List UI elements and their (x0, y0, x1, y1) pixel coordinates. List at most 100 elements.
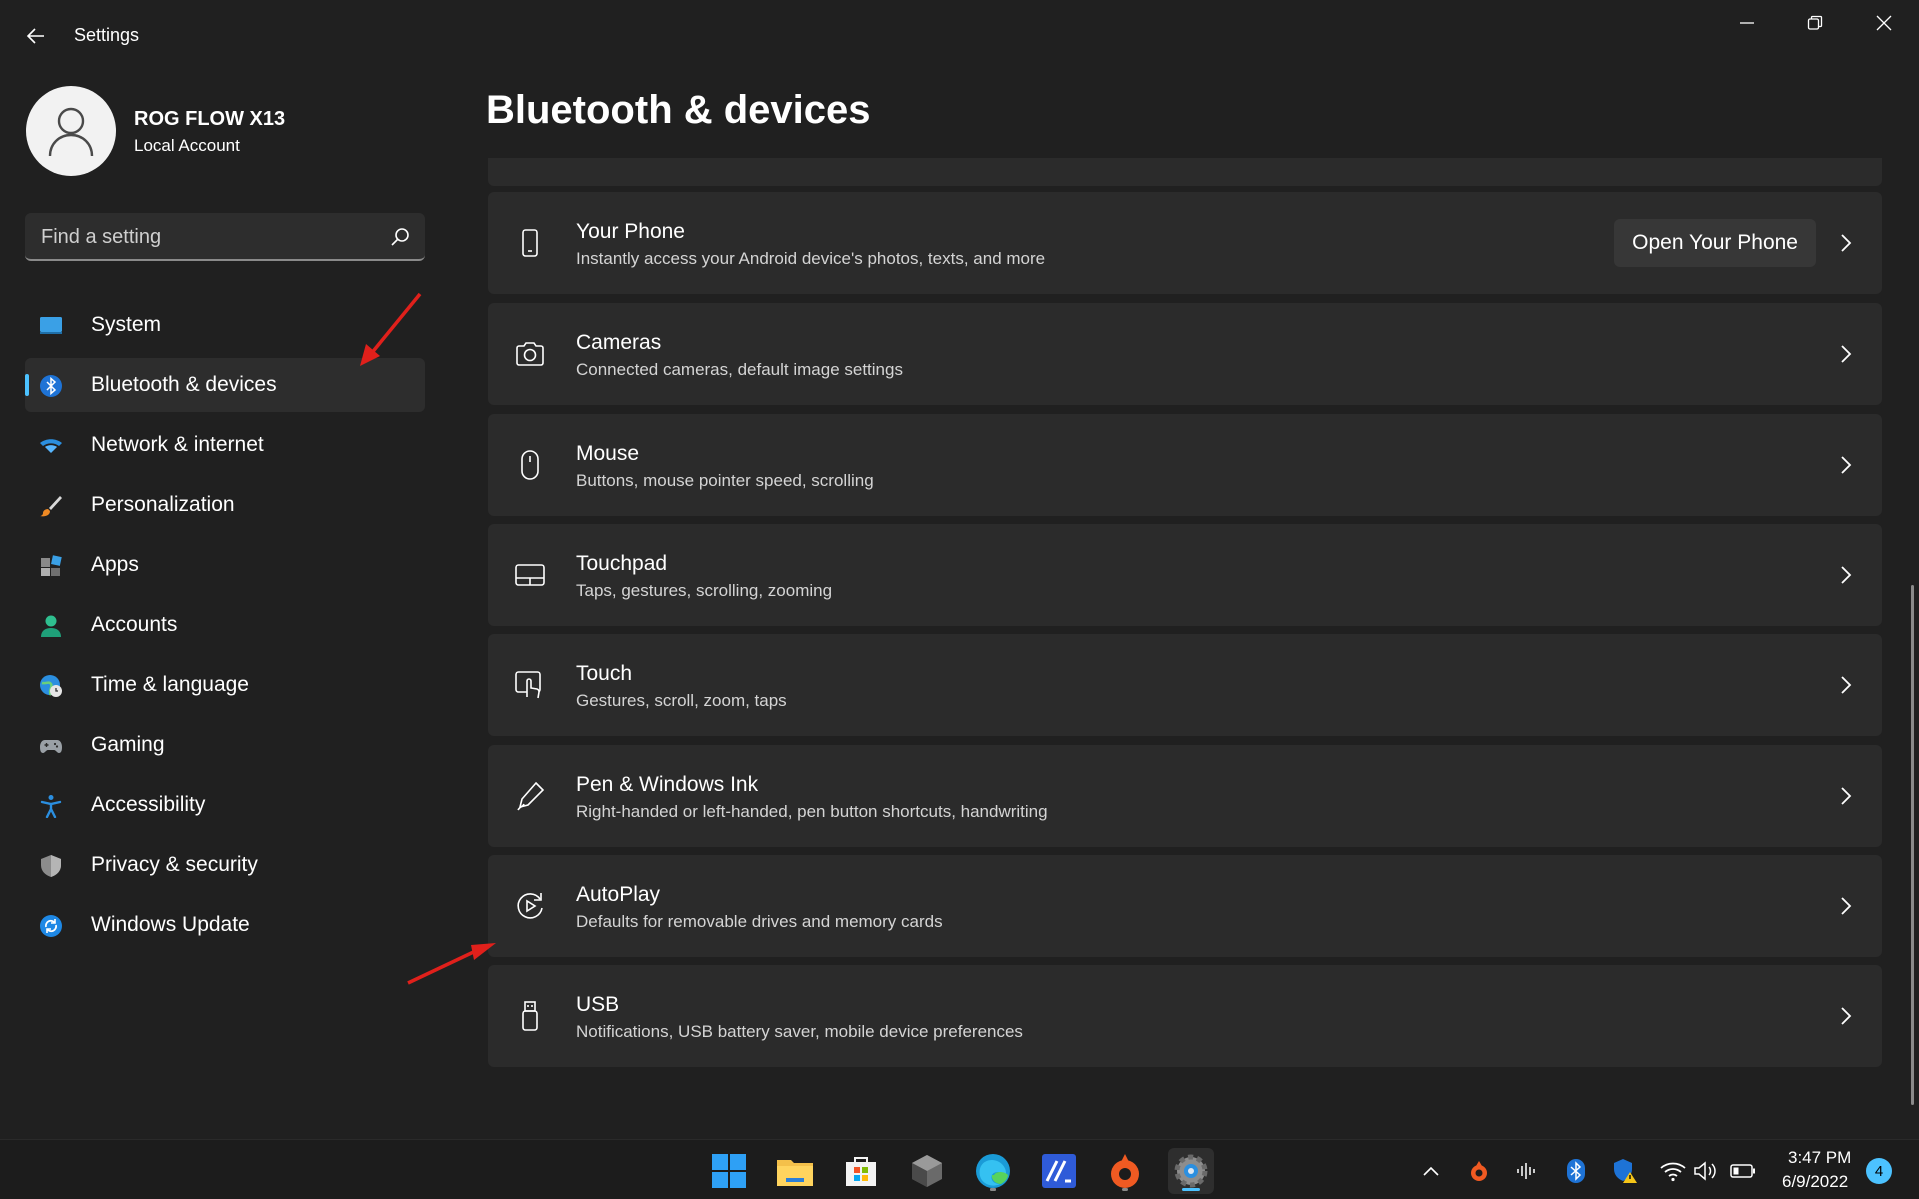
sidebar-item-label: Accessibility (91, 793, 206, 816)
sidebar-item-label: Gaming (91, 733, 165, 756)
open-your-phone-button[interactable]: Open Your Phone (1614, 219, 1816, 267)
sidebar-item-accessibility[interactable]: Accessibility (25, 778, 425, 832)
card-title: Mouse (576, 442, 640, 465)
title-bar: Settings (0, 0, 1919, 72)
card-description: Instantly access your Android device's p… (576, 249, 1046, 268)
settings-window: Settings ROG FLOW X13 Local Account Syst… (0, 0, 1919, 1199)
sidebar-nav: System Bluetooth & devices Network & int… (25, 298, 425, 958)
card-description: Notifications, USB battery saver, mobile… (576, 1022, 1023, 1041)
card-description: Gestures, scroll, zoom, taps (576, 691, 787, 710)
taskbar-edge[interactable] (970, 1148, 1016, 1194)
partial-card[interactable] (488, 158, 1882, 186)
tray-wifi[interactable] (1660, 1158, 1686, 1184)
chevron-right-icon (1841, 787, 1852, 805)
annotation-arrow-icon (360, 292, 422, 366)
taskbar-app[interactable] (1036, 1148, 1082, 1194)
back-arrow-icon (26, 28, 44, 44)
tray-volume[interactable] (1692, 1158, 1718, 1184)
bluetooth-icon (1567, 1159, 1585, 1183)
gamepad-icon (40, 740, 62, 753)
taskbar-file-explorer[interactable] (772, 1148, 818, 1194)
close-button[interactable] (1850, 0, 1918, 46)
card-cameras[interactable]: Cameras Connected cameras, default image… (488, 303, 1882, 405)
scrollbar[interactable] (1911, 585, 1914, 1105)
show-hidden-icons-button[interactable] (1418, 1158, 1444, 1184)
search-box[interactable] (25, 213, 425, 261)
app-icon (912, 1155, 942, 1187)
back-button[interactable] (18, 18, 54, 54)
touchpad-icon (515, 564, 545, 586)
card-title: AutoPlay (576, 883, 661, 906)
globe-clock-icon (40, 675, 62, 697)
sidebar-item-label: Privacy & security (91, 853, 258, 876)
taskbar-store[interactable] (838, 1148, 884, 1194)
restore-icon (1807, 15, 1823, 30)
sidebar-item-label: Bluetooth & devices (91, 373, 277, 396)
sidebar-item-accounts[interactable]: Accounts (25, 598, 425, 652)
chevron-right-icon (1841, 234, 1852, 252)
wifi-icon (1660, 1162, 1686, 1182)
minimize-icon (1740, 22, 1754, 24)
notification-badge[interactable]: 4 (1866, 1158, 1892, 1184)
taskbar-app[interactable] (904, 1148, 950, 1194)
restore-button[interactable] (1781, 0, 1849, 46)
origin-icon (1471, 1161, 1487, 1181)
sidebar-item-windows-update[interactable]: Windows Update (25, 898, 425, 952)
card-autoplay[interactable]: AutoPlay Defaults for removable drives a… (488, 855, 1882, 957)
settings-icon (1174, 1154, 1208, 1188)
camera-icon (516, 342, 544, 366)
card-pen-windows-ink[interactable]: Pen & Windows Ink Right-handed or left-h… (488, 745, 1882, 847)
card-your-phone[interactable]: Your Phone Instantly access your Android… (488, 192, 1882, 294)
person-icon (48, 107, 94, 157)
sidebar-item-time-language[interactable]: Time & language (25, 658, 425, 712)
card-mouse[interactable]: Mouse Buttons, mouse pointer speed, scro… (488, 414, 1882, 516)
settings-list: Your Phone Instantly access your Android… (488, 158, 1882, 1080)
clock-time[interactable]: 3:47 PM (1788, 1148, 1851, 1168)
start-icon (712, 1154, 746, 1188)
app-icon (1042, 1154, 1076, 1188)
sidebar-item-privacy-security[interactable]: Privacy & security (25, 838, 425, 892)
sidebar-item-label: Personalization (91, 493, 235, 516)
tray-audio-app[interactable] (1514, 1158, 1540, 1184)
card-description: Defaults for removable drives and memory… (576, 912, 943, 931)
card-touchpad[interactable]: Touchpad Taps, gestures, scrolling, zoom… (488, 524, 1882, 626)
clock-date[interactable]: 6/9/2022 (1782, 1172, 1848, 1192)
system-icon (40, 317, 62, 334)
waveform-icon (1517, 1163, 1535, 1179)
card-touch[interactable]: Touch Gestures, scroll, zoom, taps (488, 634, 1882, 736)
sidebar-item-label: Windows Update (91, 913, 250, 936)
sidebar-item-personalization[interactable]: Personalization (25, 478, 425, 532)
taskbar-settings[interactable] (1168, 1148, 1214, 1194)
tray-battery[interactable] (1730, 1158, 1756, 1184)
autoplay-icon (517, 893, 543, 919)
card-description: Taps, gestures, scrolling, zooming (576, 581, 833, 600)
taskbar: 3:47 PM 6/9/2022 4 (0, 1139, 1919, 1199)
sidebar-item-network-internet[interactable]: Network & internet (25, 418, 425, 472)
chevron-right-icon (1841, 566, 1852, 584)
chevron-right-icon (1841, 897, 1852, 915)
chevron-up-icon (1423, 1166, 1439, 1176)
phone-icon (522, 229, 538, 257)
card-description: Right-handed or left-handed, pen button … (576, 802, 1048, 821)
profile-account-type: Local Account (134, 136, 240, 155)
running-indicator (1122, 1188, 1128, 1191)
search-icon[interactable] (389, 226, 411, 248)
card-usb[interactable]: USB Notifications, USB battery saver, mo… (488, 965, 1882, 1067)
tray-security[interactable] (1612, 1158, 1638, 1184)
chevron-right-icon (1841, 676, 1852, 694)
taskbar-start-button[interactable] (706, 1148, 752, 1194)
tray-bluetooth[interactable] (1563, 1158, 1589, 1184)
active-indicator (1182, 1188, 1200, 1191)
running-indicator (990, 1188, 996, 1191)
tray-origin[interactable] (1466, 1158, 1492, 1184)
mouse-icon (521, 450, 539, 480)
minimize-button[interactable] (1713, 0, 1781, 46)
file-explorer-icon (777, 1160, 813, 1186)
sidebar-item-gaming[interactable]: Gaming (25, 718, 425, 772)
card-title: Pen & Windows Ink (576, 773, 759, 796)
sidebar-item-apps[interactable]: Apps (25, 538, 425, 592)
taskbar-origin[interactable] (1102, 1148, 1148, 1194)
shield-warning-icon (1614, 1159, 1637, 1183)
search-input[interactable] (41, 226, 381, 249)
accessibility-icon (40, 795, 62, 818)
